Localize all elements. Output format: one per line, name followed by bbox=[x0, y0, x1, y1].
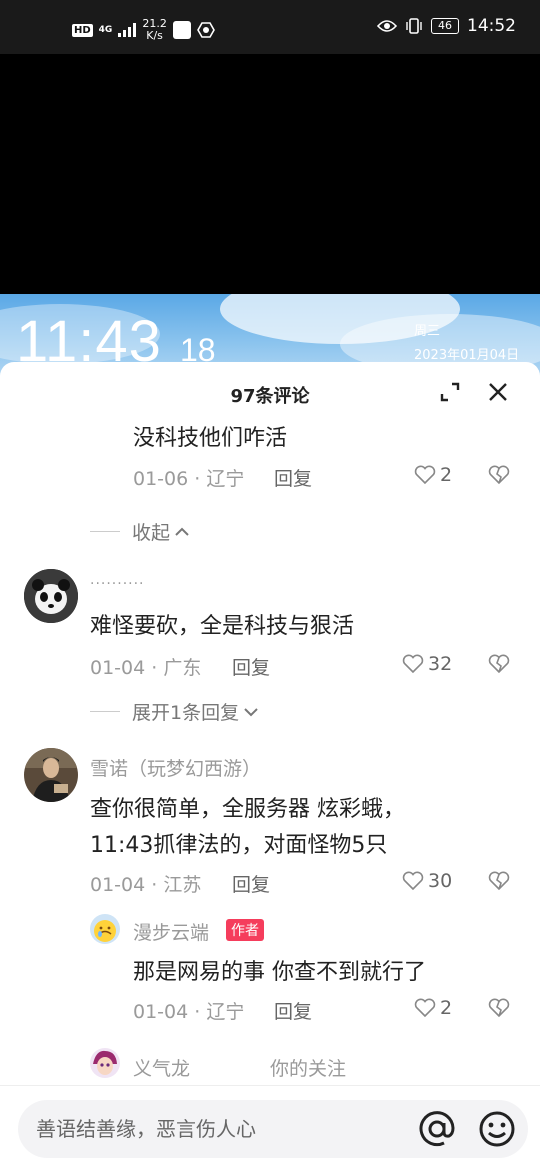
anime-avatar-icon bbox=[90, 1048, 120, 1078]
hand-notification-icon bbox=[196, 22, 215, 38]
like-button[interactable]: 30 bbox=[402, 870, 452, 892]
status-bar: HD 4G 21.2 K/s 46 14:52 bbox=[0, 0, 540, 54]
reply-button[interactable]: 回复 bbox=[274, 464, 312, 491]
comment-input-bar bbox=[0, 1085, 540, 1170]
vibrate-icon bbox=[406, 18, 422, 34]
video-date: 2023年01月04日 bbox=[414, 348, 520, 363]
reply-button[interactable]: 回复 bbox=[232, 653, 270, 680]
comment-author[interactable]: 义气龙 bbox=[133, 1054, 190, 1081]
person-avatar-icon bbox=[24, 748, 78, 802]
following-tag: 你的关注 bbox=[270, 1058, 347, 1080]
divider-dash bbox=[90, 531, 120, 532]
emoji-icon[interactable] bbox=[478, 1110, 516, 1148]
video-weekday: 周三 bbox=[414, 324, 441, 339]
like-count: 30 bbox=[428, 870, 453, 892]
expand-icon[interactable] bbox=[438, 380, 462, 404]
comment-meta: 01-04 · 广东 bbox=[90, 657, 202, 679]
status-right: 46 14:52 bbox=[377, 16, 516, 36]
chevron-down-icon bbox=[244, 707, 258, 716]
collapse-replies-button[interactable]: 收起 bbox=[90, 518, 190, 545]
sheet-header: 97条评论 bbox=[0, 362, 540, 422]
heart-icon bbox=[414, 465, 436, 485]
heart-icon bbox=[414, 998, 436, 1018]
dislike-icon[interactable] bbox=[488, 871, 510, 891]
panda-avatar-icon bbox=[24, 569, 78, 623]
emoji-avatar-icon bbox=[90, 914, 120, 944]
close-icon[interactable] bbox=[486, 380, 510, 404]
comment-text-line2: 11:43抓律法的，对面怪物5只 bbox=[90, 833, 388, 858]
comment-input[interactable] bbox=[18, 1100, 398, 1158]
chevron-up-icon bbox=[175, 527, 189, 536]
expand-replies-label: 展开1条回复 bbox=[132, 702, 240, 724]
heart-icon bbox=[402, 871, 424, 891]
avatar[interactable] bbox=[90, 1048, 120, 1078]
network-type: 4G bbox=[98, 25, 113, 35]
dislike-icon[interactable] bbox=[488, 998, 510, 1018]
avatar[interactable] bbox=[24, 569, 78, 623]
author-badge: 作者 bbox=[226, 919, 264, 941]
comment-author[interactable]: 漫步云端 bbox=[133, 918, 209, 945]
comment-meta: 01-04 · 辽宁 bbox=[133, 1001, 245, 1023]
speed-unit: K/s bbox=[146, 29, 163, 42]
comment-meta: 01-04 · 江苏 bbox=[90, 874, 202, 896]
network-speed: 21.2 K/s bbox=[142, 18, 167, 42]
like-button[interactable]: 32 bbox=[402, 653, 452, 675]
dislike-icon[interactable] bbox=[488, 654, 510, 674]
divider-dash bbox=[90, 711, 120, 712]
hd-badge: HD bbox=[72, 23, 93, 37]
video-player[interactable] bbox=[0, 54, 540, 294]
avatar[interactable] bbox=[24, 748, 78, 802]
like-count: 2 bbox=[440, 464, 453, 486]
like-button[interactable]: 2 bbox=[414, 997, 452, 1019]
comment-author[interactable]: 雪诺（玩梦幻西游） bbox=[90, 754, 261, 781]
comment-text: 那是网易的事 你查不到就行了 bbox=[133, 960, 426, 985]
signal-icon bbox=[118, 23, 137, 37]
like-count: 32 bbox=[428, 653, 453, 675]
comment-text: 没科技他们咋活 bbox=[133, 426, 288, 451]
reply-button[interactable]: 回复 bbox=[232, 870, 270, 897]
status-time: 14:52 bbox=[467, 16, 516, 36]
comment-text: 难怪要砍，全是科技与狠活 bbox=[90, 614, 355, 639]
comment-text-line1: 查你很简单，全服务器 炫彩蛾， bbox=[90, 797, 405, 822]
status-left: HD 4G 21.2 K/s bbox=[72, 18, 215, 42]
comment-author[interactable]: .......... bbox=[90, 572, 145, 588]
eye-icon bbox=[377, 20, 397, 32]
reply-button[interactable]: 回复 bbox=[274, 997, 312, 1024]
collapse-label: 收起 bbox=[132, 522, 171, 544]
comment-sheet: 97条评论 没科技他们咋活 01-06 · 辽宁 回复 2 收起 .......… bbox=[0, 362, 540, 1170]
like-button[interactable]: 2 bbox=[414, 464, 452, 486]
mention-icon[interactable] bbox=[418, 1110, 456, 1148]
dislike-icon[interactable] bbox=[488, 465, 510, 485]
like-count: 2 bbox=[440, 997, 453, 1019]
heart-icon bbox=[402, 654, 424, 674]
avatar[interactable] bbox=[90, 914, 120, 944]
battery-icon: 46 bbox=[431, 18, 459, 34]
expand-replies-button[interactable]: 展开1条回复 bbox=[90, 698, 259, 725]
app-notification-icon bbox=[172, 21, 191, 39]
comment-meta: 01-06 · 辽宁 bbox=[133, 468, 245, 490]
